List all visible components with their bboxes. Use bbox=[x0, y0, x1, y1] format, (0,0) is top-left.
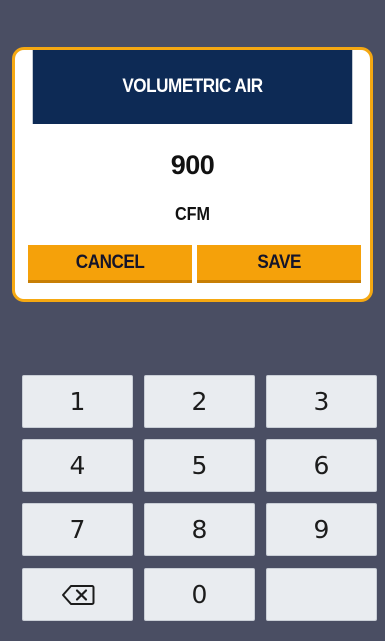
save-button[interactable]: SAVE bbox=[197, 245, 361, 283]
blank-key[interactable] bbox=[266, 568, 377, 621]
key-1[interactable]: 1 bbox=[22, 375, 133, 428]
key-6[interactable]: 6 bbox=[266, 439, 377, 492]
dialog-title: VOLUMETRIC AIR bbox=[32, 50, 353, 124]
value-entry-dialog: VOLUMETRIC AIR 900 CFM CANCEL SAVE bbox=[12, 47, 373, 302]
key-5[interactable]: 5 bbox=[144, 439, 255, 492]
key-7[interactable]: 7 bbox=[22, 503, 133, 556]
value-unit: CFM bbox=[174, 204, 211, 224]
current-value: 900 bbox=[170, 150, 215, 180]
key-9[interactable]: 9 bbox=[266, 503, 377, 556]
cancel-button[interactable]: CANCEL bbox=[28, 245, 192, 283]
key-3[interactable]: 3 bbox=[266, 375, 377, 428]
dialog-body: 900 CFM CANCEL SAVE bbox=[15, 124, 370, 299]
cancel-button-label: CANCEL bbox=[75, 251, 145, 273]
save-button-label: SAVE bbox=[257, 251, 301, 273]
key-4[interactable]: 4 bbox=[22, 439, 133, 492]
key-0[interactable]: 0 bbox=[144, 568, 255, 621]
backspace-key[interactable] bbox=[22, 568, 133, 621]
backspace-icon bbox=[61, 584, 95, 606]
key-2[interactable]: 2 bbox=[144, 375, 255, 428]
key-8[interactable]: 8 bbox=[144, 503, 255, 556]
